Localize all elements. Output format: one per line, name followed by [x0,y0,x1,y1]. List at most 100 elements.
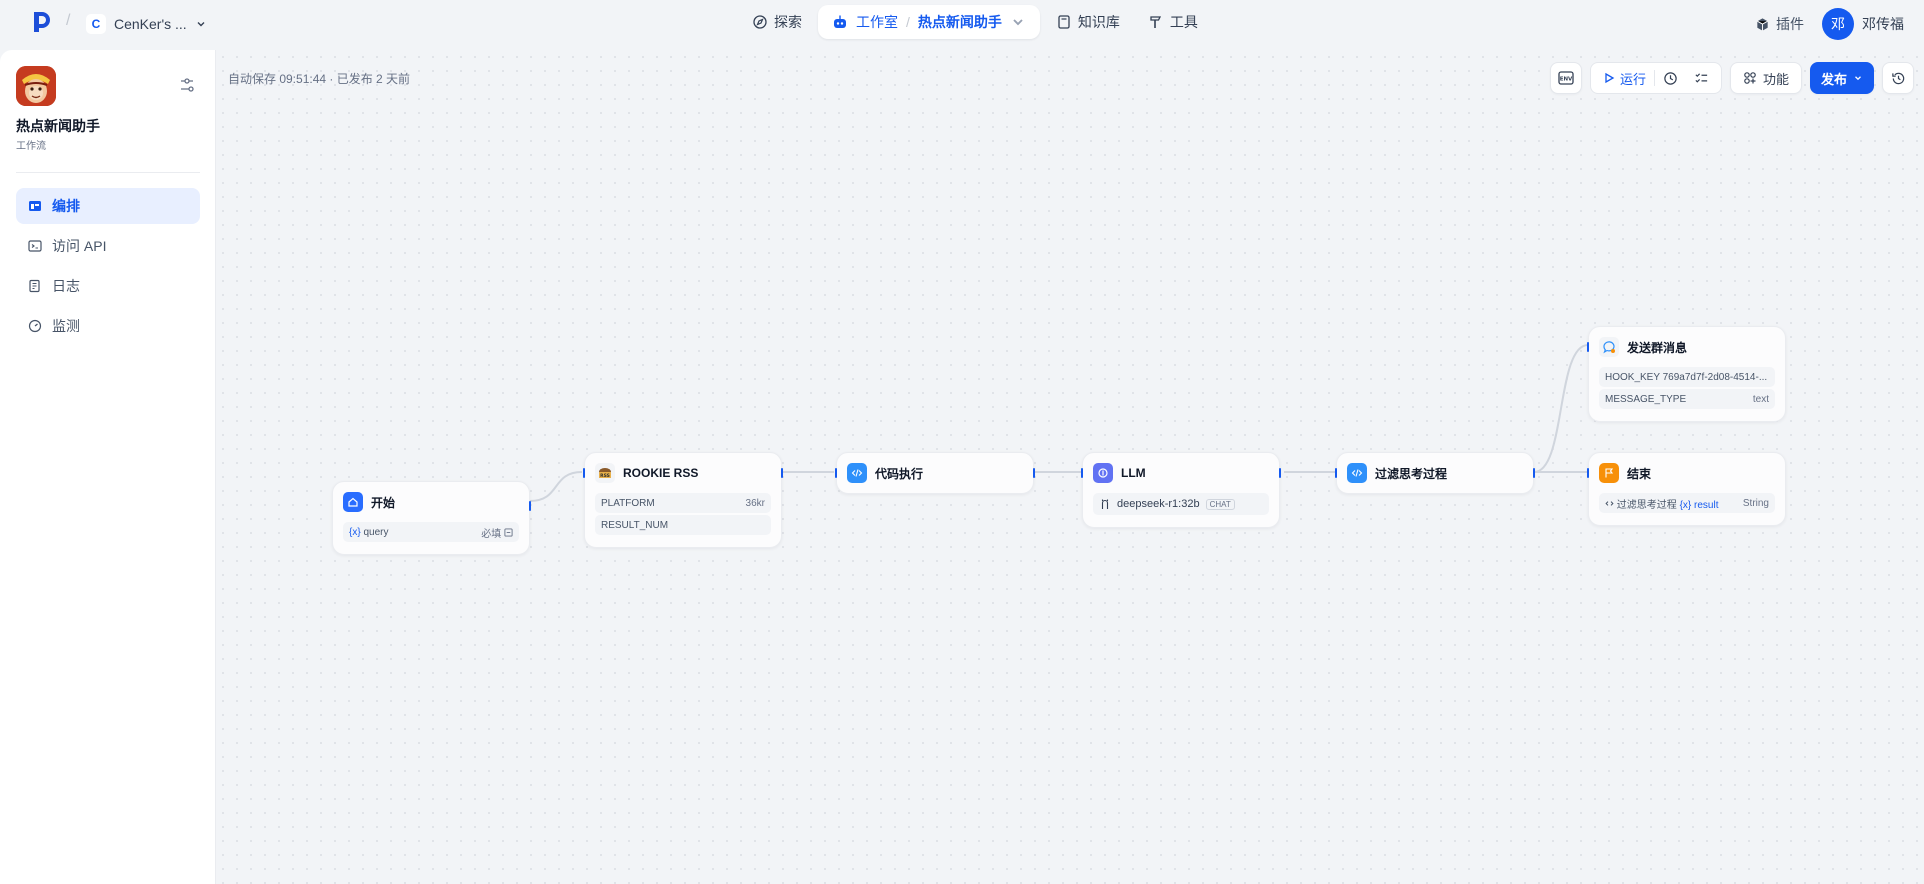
avatar: 邓 [1822,8,1854,40]
user-menu[interactable]: 邓 邓传福 [1822,8,1904,40]
sidebar-item-orchestrate[interactable]: 编排 [16,188,200,224]
workspace-name: CenKer's ... [114,16,187,32]
svg-text:RSS: RSS [600,473,610,479]
code-icon [1605,500,1614,506]
nav-studio[interactable]: 工作室 / 热点新闻助手 [818,5,1040,39]
param-message-type[interactable]: MESSAGE_TYPE text [1599,389,1775,409]
workflow-canvas[interactable]: 自动保存 09:51:44 · 已发布 2 天前 ENV 运行 功能 发布 开始… [216,50,1924,884]
app-title: 热点新闻助手 [16,118,100,134]
start-var-query[interactable]: {x} query 必填 [343,522,519,542]
source-node: 过滤思考过程 [1616,499,1677,511]
end-output-result[interactable]: 过滤思考过程 {x} result String [1599,493,1775,513]
log-icon [29,279,40,293]
model-mode-badge: CHAT [1205,498,1235,510]
flag-icon [1599,463,1619,483]
output-handle[interactable] [529,501,531,511]
plugins-label: 插件 [1776,16,1804,32]
node-send-group-message[interactable]: 发送群消息 HOOK_KEY 769a7d7f-2d08-4514-... ME… [1587,326,1786,422]
var-type: String [1742,497,1769,509]
workspace-badge: C [86,14,106,34]
breadcrumb-separator: / [66,12,71,29]
nav-explore[interactable]: 探索 [740,5,814,39]
nav-explore-label: 探索 [774,14,802,30]
param-key: RESULT_NUM [601,519,669,531]
chevron-down-icon [197,22,205,27]
param-result-num[interactable]: RESULT_NUM [595,515,771,535]
param-value: text [1752,393,1769,405]
output-handle[interactable] [1533,468,1535,478]
param-key: PLATFORM [601,497,655,509]
sidebar-menu: 编排 访问 API 日志 监测 [16,188,200,348]
plugins-button[interactable]: 插件 [1755,14,1804,34]
nav-knowledge[interactable]: 知识库 [1044,5,1132,39]
node-code[interactable]: 代码执行 [835,452,1035,494]
output-handle[interactable] [1279,468,1281,478]
node-title: 开始 [371,495,396,510]
node-title: LLM [1121,466,1146,480]
node-title: 过滤思考过程 [1375,466,1448,481]
workspace-switcher[interactable]: C CenKer's ... [86,10,207,38]
text-input-icon [504,527,513,537]
robot-icon [834,15,846,28]
node-end[interactable]: 结束 过滤思考过程 {x} result String [1587,452,1786,526]
app-avatar [16,66,56,106]
breadcrumb-separator: / [906,14,910,30]
input-handle[interactable] [835,468,837,478]
param-hook-key[interactable]: HOOK_KEY 769a7d7f-2d08-4514-... [1599,367,1775,387]
input-handle[interactable] [1335,468,1337,478]
sidebar-item-label: 日志 [52,278,80,294]
node-title: ROOKIE RSS [623,466,699,480]
gauge-icon [28,319,42,333]
variable-icon: {x} [1679,499,1692,511]
dify-logo-icon[interactable] [30,10,54,34]
edge-filter-send [1533,344,1589,473]
sidebar-item-label: 监测 [52,318,80,334]
param-platform[interactable]: PLATFORM 36kr [595,493,771,513]
input-handle[interactable] [1081,468,1083,478]
node-rookie-rss[interactable]: RSS ROOKIE RSS PLATFORM 36kr RESULT_NUM [583,452,783,548]
output-handle[interactable] [781,468,783,478]
llm-icon [1093,463,1113,483]
required-label: 必填 [481,528,502,540]
sidebar-item-api[interactable]: 访问 API [16,228,200,264]
node-llm[interactable]: LLM deepseek-r1:32b CHAT [1081,452,1281,528]
chevron-down-icon[interactable] [1010,14,1026,30]
cube-icon [1757,17,1768,31]
input-handle[interactable] [583,468,585,478]
sidebar-item-label: 编排 [52,198,80,214]
user-name: 邓传福 [1862,16,1904,32]
output-handle[interactable] [1033,468,1035,478]
node-title: 结束 [1627,466,1652,481]
nav-tools[interactable]: 工具 [1136,5,1210,39]
param-value: 769a7d7f-2d08-4514-... [1662,371,1768,383]
app-sidebar: 热点新闻助手 工作流 编排 访问 API 日志 监测 [0,50,216,884]
sidebar-item-monitor[interactable]: 监测 [16,308,200,344]
compass-icon [753,15,767,29]
chat-bubble-icon [1599,337,1619,357]
rss-tool-icon: RSS [595,463,615,483]
model-selector[interactable]: deepseek-r1:32b CHAT [1093,493,1269,515]
layout-icon [29,201,41,211]
main-nav: 探索 工作室 / 热点新闻助手 知识库 工具 [740,5,1210,39]
node-filter-thinking[interactable]: 过滤思考过程 [1335,452,1535,494]
variable-icon: {x} [349,526,361,538]
home-icon [343,492,363,512]
top-navigation: / C CenKer's ... 探索 工作室 / 热点新闻助手 知识库 工具 … [0,0,1924,48]
settings-sliders-icon[interactable] [178,76,196,94]
terminal-icon [28,240,42,252]
ollama-icon [1101,499,1109,509]
current-app-name[interactable]: 热点新闻助手 [918,12,1002,32]
code-icon [847,463,867,483]
model-name: deepseek-r1:32b [1117,498,1200,510]
nav-tools-label: 工具 [1169,14,1198,30]
nav-knowledge-label: 知识库 [1077,14,1120,30]
node-title: 代码执行 [875,466,924,481]
var-name: result [1694,499,1719,511]
param-value: 36kr [745,497,765,509]
input-handle[interactable] [1587,468,1589,478]
node-title: 发送群消息 [1627,340,1688,355]
monkey-king-icon [16,66,56,106]
node-start[interactable]: 开始 {x} query 必填 [332,481,531,555]
sidebar-item-logs[interactable]: 日志 [16,268,200,304]
input-handle[interactable] [1587,342,1589,352]
